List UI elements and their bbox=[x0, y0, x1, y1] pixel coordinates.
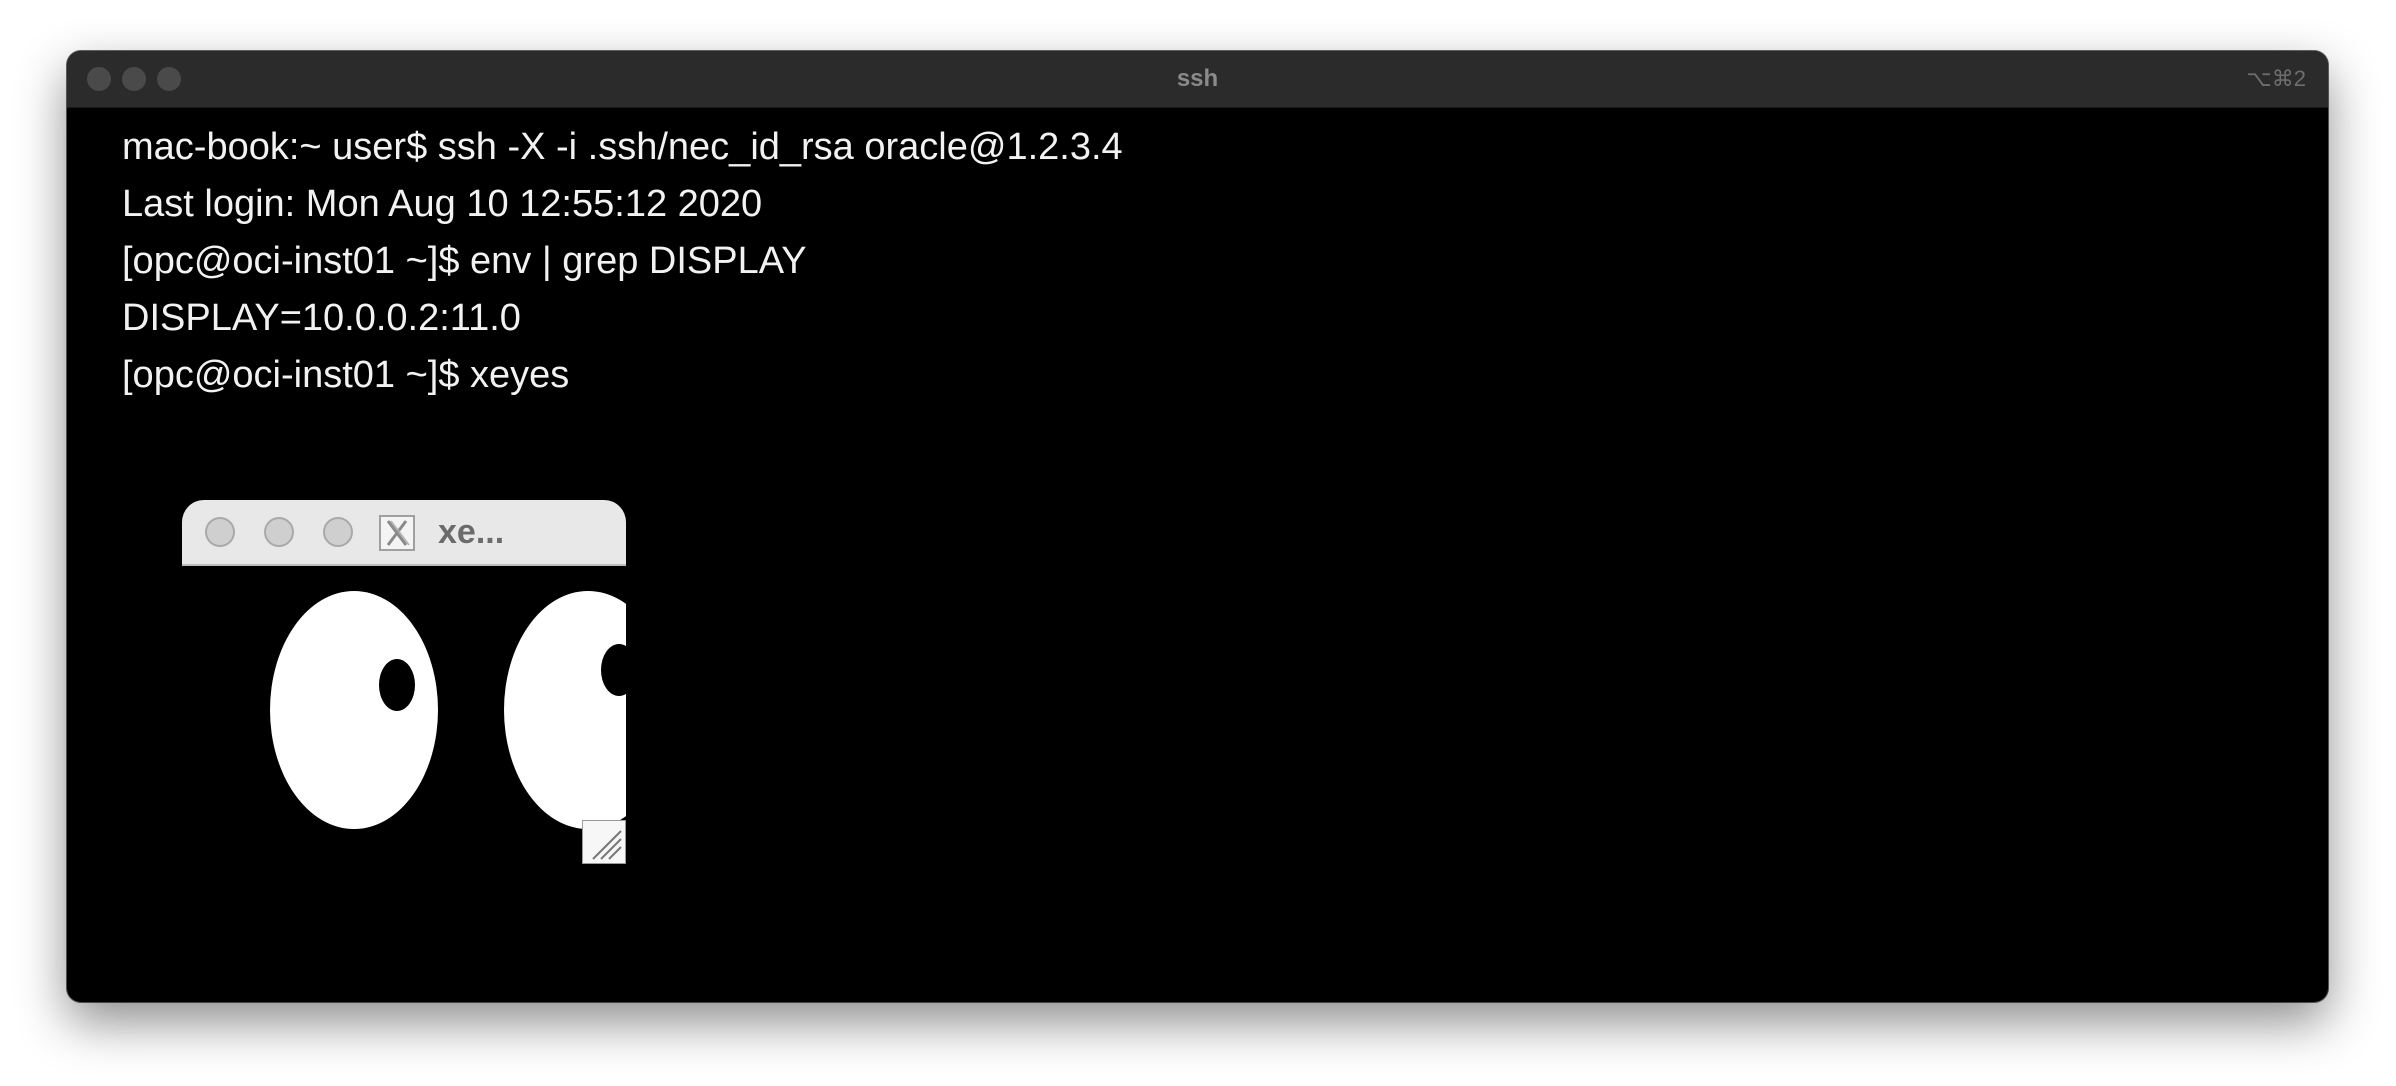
terminal-line: [opc@oci-inst01 ~]$ xeyes bbox=[122, 354, 570, 396]
terminal-window: ssh ⌥⌘2 mac-book:~ user$ ssh -X -i .ssh/… bbox=[67, 51, 2328, 1002]
xeyes-titlebar[interactable]: xe... bbox=[182, 500, 626, 566]
window-shortcut: ⌥⌘2 bbox=[2246, 66, 2306, 91]
terminal-line: Last login: Mon Aug 10 12:55:12 2020 bbox=[122, 183, 763, 225]
window-title: ssh bbox=[1176, 65, 1219, 92]
left-eye bbox=[270, 591, 438, 829]
right-eye bbox=[504, 591, 672, 829]
left-pupil bbox=[379, 659, 415, 711]
terminal-line: mac-book:~ user$ ssh -X -i .ssh/nec_id_r… bbox=[122, 126, 1123, 168]
x-window-logo-icon bbox=[379, 515, 415, 551]
terminal-line: [opc@oci-inst01 ~]$ env | grep DISPLAY bbox=[122, 240, 807, 282]
xeyes-canvas bbox=[182, 566, 672, 864]
terminal-line: DISPLAY=10.0.0.2:11.0 bbox=[122, 297, 521, 339]
xeyes-minimize-button[interactable] bbox=[264, 517, 294, 547]
xeyes-zoom-button[interactable] bbox=[323, 517, 353, 547]
xeyes-close-button[interactable] bbox=[205, 517, 235, 547]
resize-grip-icon[interactable] bbox=[582, 820, 626, 864]
titlebar[interactable]: ssh ⌥⌘2 bbox=[67, 51, 2328, 108]
xeyes-title: xe... bbox=[438, 513, 505, 551]
xeyes-window[interactable]: xe... bbox=[182, 500, 672, 864]
